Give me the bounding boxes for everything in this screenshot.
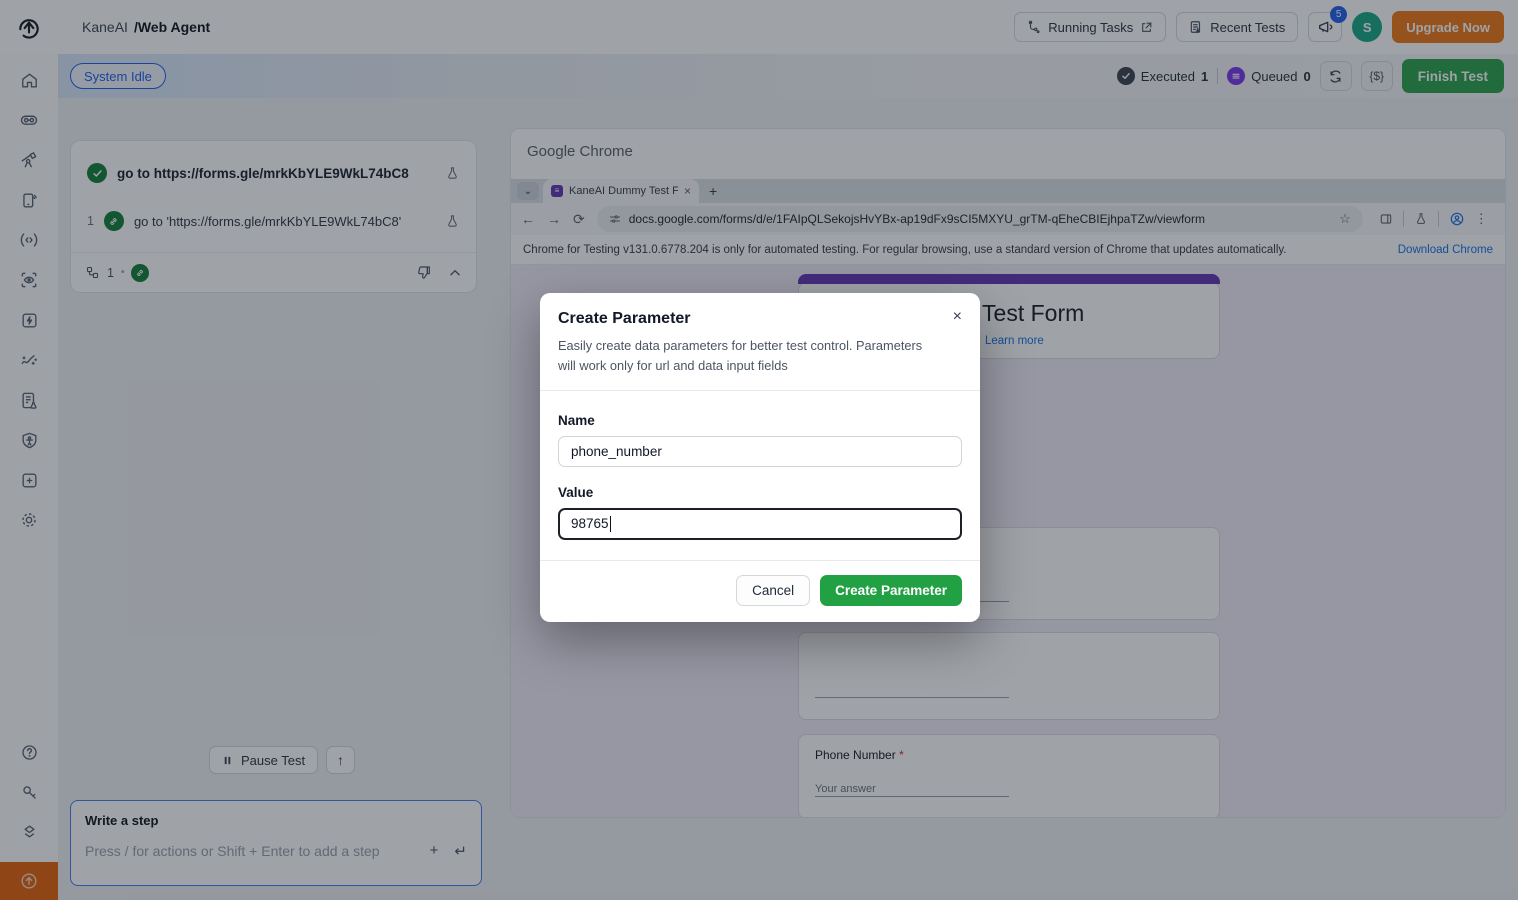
text-caret — [610, 516, 612, 532]
create-parameter-button[interactable]: Create Parameter — [820, 575, 962, 606]
modal-footer: Cancel Create Parameter — [540, 561, 980, 622]
create-parameter-modal: Create Parameter × Easily create data pa… — [540, 293, 980, 622]
modal-description: Easily create data parameters for better… — [558, 336, 942, 376]
value-input[interactable]: 98765 — [558, 508, 962, 540]
modal-title: Create Parameter — [558, 310, 960, 328]
modal-header: Create Parameter × Easily create data pa… — [540, 293, 980, 390]
value-field-label: Value — [558, 485, 962, 500]
close-icon[interactable]: × — [953, 309, 962, 325]
cancel-button[interactable]: Cancel — [736, 575, 810, 606]
modal-body: Name Value 98765 — [540, 391, 980, 560]
value-input-text: 98765 — [571, 516, 609, 531]
name-field-label: Name — [558, 413, 962, 428]
kaneai-app: KaneAI /Web Agent Running Tasks Recent T… — [0, 0, 1518, 900]
name-input[interactable] — [558, 436, 962, 467]
